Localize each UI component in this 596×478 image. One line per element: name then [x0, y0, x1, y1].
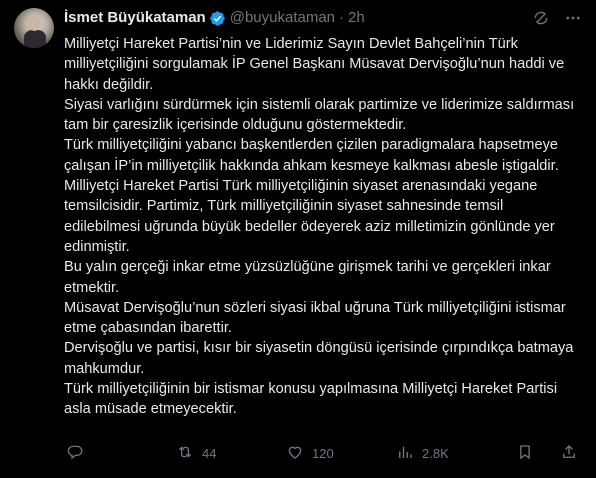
verified-badge-icon: [209, 10, 226, 27]
avatar-column: [14, 8, 54, 478]
like-button[interactable]: 120: [286, 443, 396, 463]
more-icon[interactable]: [564, 9, 582, 27]
reply-button[interactable]: [66, 443, 92, 463]
like-count: 120: [312, 445, 334, 461]
heart-icon: [286, 443, 304, 464]
tweet-paragraph: Türk milliyetçiliğinin bir istismar konu…: [64, 381, 558, 418]
tweet-paragraph: Siyasi varlığını sürdürmek için sistemli…: [64, 96, 575, 134]
author-handle[interactable]: @buyukataman: [230, 8, 335, 28]
separator-dot: ·: [339, 9, 345, 26]
tweet-header: İsmet Büyükataman @buyukataman · 2h: [64, 8, 582, 28]
tweet-paragraph: Dervişoğlu ve partisi, kısır bir siyaset…: [64, 340, 574, 377]
views-button[interactable]: 2.8K: [396, 443, 516, 463]
tweet-text: Milliyetçi Hareket Partisi’nin ve Lideri…: [64, 34, 582, 420]
header-actions: [532, 8, 582, 28]
tweet-paragraph: Bu yalın gerçeği inkar etme yüzsüzlüğüne…: [64, 259, 551, 296]
grok-icon[interactable]: [532, 9, 550, 27]
bookmark-icon: [516, 443, 534, 464]
tweet-paragraph: Milliyetçi Hareket Partisi’nin ve Lideri…: [64, 36, 565, 93]
reply-icon: [66, 443, 84, 464]
views-icon: [396, 443, 414, 464]
retweet-icon: [176, 443, 194, 464]
tweet[interactable]: İsmet Büyükataman @buyukataman · 2h Mill…: [0, 0, 596, 478]
tweet-paragraph: Milliyetçi Hareket Partisi Türk milliyet…: [64, 178, 555, 255]
retweet-count: 44: [202, 445, 217, 461]
tweet-paragraph: Türk milliyetçiliğini yabancı başkentler…: [64, 137, 559, 174]
share-icon: [560, 443, 578, 464]
retweet-button[interactable]: 44: [176, 443, 286, 463]
tweet-paragraph: Müsavat Dervişoğlu’nun sözleri siyasi ik…: [64, 299, 566, 337]
tweet-content: İsmet Büyükataman @buyukataman · 2h Mill…: [64, 8, 582, 478]
bookmark-button[interactable]: [516, 443, 534, 463]
views-count: 2.8K: [422, 445, 449, 461]
tweet-time[interactable]: 2h: [348, 8, 365, 28]
author-display-name[interactable]: İsmet Büyükataman: [64, 8, 206, 28]
share-button[interactable]: [560, 443, 578, 463]
avatar[interactable]: [14, 8, 54, 48]
tweet-actions: 44 120 2.8K: [67, 443, 578, 463]
